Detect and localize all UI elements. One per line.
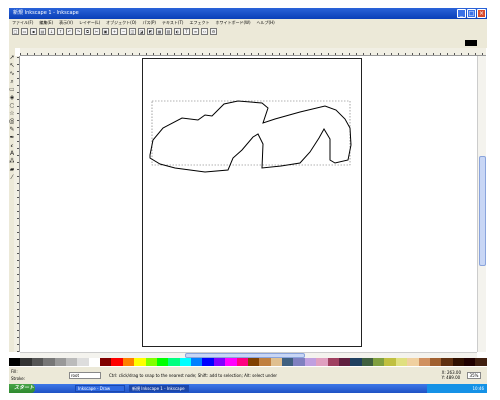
cursor-y: Y: 489.00 (441, 375, 461, 380)
palette-swatch[interactable] (54, 358, 66, 366)
palette-swatch[interactable] (361, 358, 373, 366)
palette-swatch[interactable] (270, 358, 282, 366)
palette-swatch[interactable] (338, 358, 351, 366)
palette-swatch[interactable] (395, 358, 408, 366)
palette-swatch[interactable] (441, 358, 453, 366)
palette-swatch[interactable] (316, 358, 328, 366)
palette-swatch[interactable] (9, 358, 21, 366)
clock: 10:46 (472, 386, 484, 391)
palette-swatch[interactable] (43, 358, 55, 366)
palette-swatch[interactable] (452, 358, 464, 366)
palette-swatch[interactable] (464, 358, 476, 366)
palette-swatch[interactable] (111, 358, 123, 366)
taskbar-item-inkscape[interactable]: 新規 Inkscape 1 - Inkscape (129, 385, 189, 392)
palette-swatch[interactable] (293, 358, 305, 366)
palette-swatch[interactable] (304, 358, 317, 366)
status-message: Ctrl: click/drag to snap to the nearest … (109, 373, 278, 378)
palette-swatch[interactable] (282, 358, 294, 366)
palette-swatch[interactable] (225, 358, 237, 366)
palette-swatch[interactable] (100, 358, 112, 366)
palette-swatch[interactable] (156, 358, 169, 366)
palette-swatch[interactable] (168, 358, 180, 366)
palette-swatch[interactable] (179, 358, 191, 366)
palette-swatch[interactable] (236, 358, 248, 366)
layer-selector[interactable]: root (69, 372, 101, 379)
status-bar: Fill: Stroke: root Ctrl: click/drag to s… (9, 367, 487, 384)
palette-swatch[interactable] (202, 358, 214, 366)
palette-swatch[interactable] (145, 358, 157, 366)
palette-swatch[interactable] (259, 358, 271, 366)
palette-swatch[interactable] (65, 358, 78, 366)
cursor-coordinates: X: 263.00 Y: 489.00 (442, 370, 461, 380)
palette-swatch[interactable] (407, 358, 419, 366)
palette-swatch[interactable] (20, 358, 32, 366)
vertical-scroll-thumb[interactable] (479, 156, 486, 266)
car-outline-path (149, 100, 352, 173)
palette-swatch[interactable] (191, 358, 203, 366)
palette-swatch[interactable] (134, 358, 146, 366)
fill-indicator-label: Fill: (11, 369, 18, 374)
palette-swatch[interactable] (247, 358, 260, 366)
zoom-field[interactable]: 35% (467, 372, 481, 379)
palette-swatch[interactable] (122, 358, 135, 366)
system-tray: 10:46 (427, 384, 487, 393)
palette-swatch[interactable] (429, 358, 442, 366)
palette-swatch[interactable] (213, 358, 226, 366)
palette-swatch[interactable] (475, 358, 487, 366)
palette-swatch[interactable] (350, 358, 362, 366)
palette-swatch[interactable] (384, 358, 396, 366)
start-button[interactable]: スタート (9, 384, 35, 393)
selection-bounding-box (151, 100, 351, 166)
car-outline-drawing[interactable] (0, 0, 500, 400)
palette-swatch[interactable] (418, 358, 430, 366)
vertical-scrollbar[interactable] (477, 56, 486, 352)
windows-taskbar: スタート Inkscape - Draw 新規 Inkscape 1 - Ink… (9, 384, 487, 393)
palette-swatch[interactable] (77, 358, 89, 366)
palette-swatch[interactable] (327, 358, 339, 366)
palette-swatch[interactable] (373, 358, 385, 366)
palette-swatch[interactable] (88, 358, 100, 366)
stroke-indicator-label: Stroke: (11, 376, 26, 381)
taskbar-item-draw[interactable]: Inkscape - Draw (75, 385, 125, 392)
palette-swatch[interactable] (31, 358, 44, 366)
color-palette[interactable] (9, 358, 487, 366)
